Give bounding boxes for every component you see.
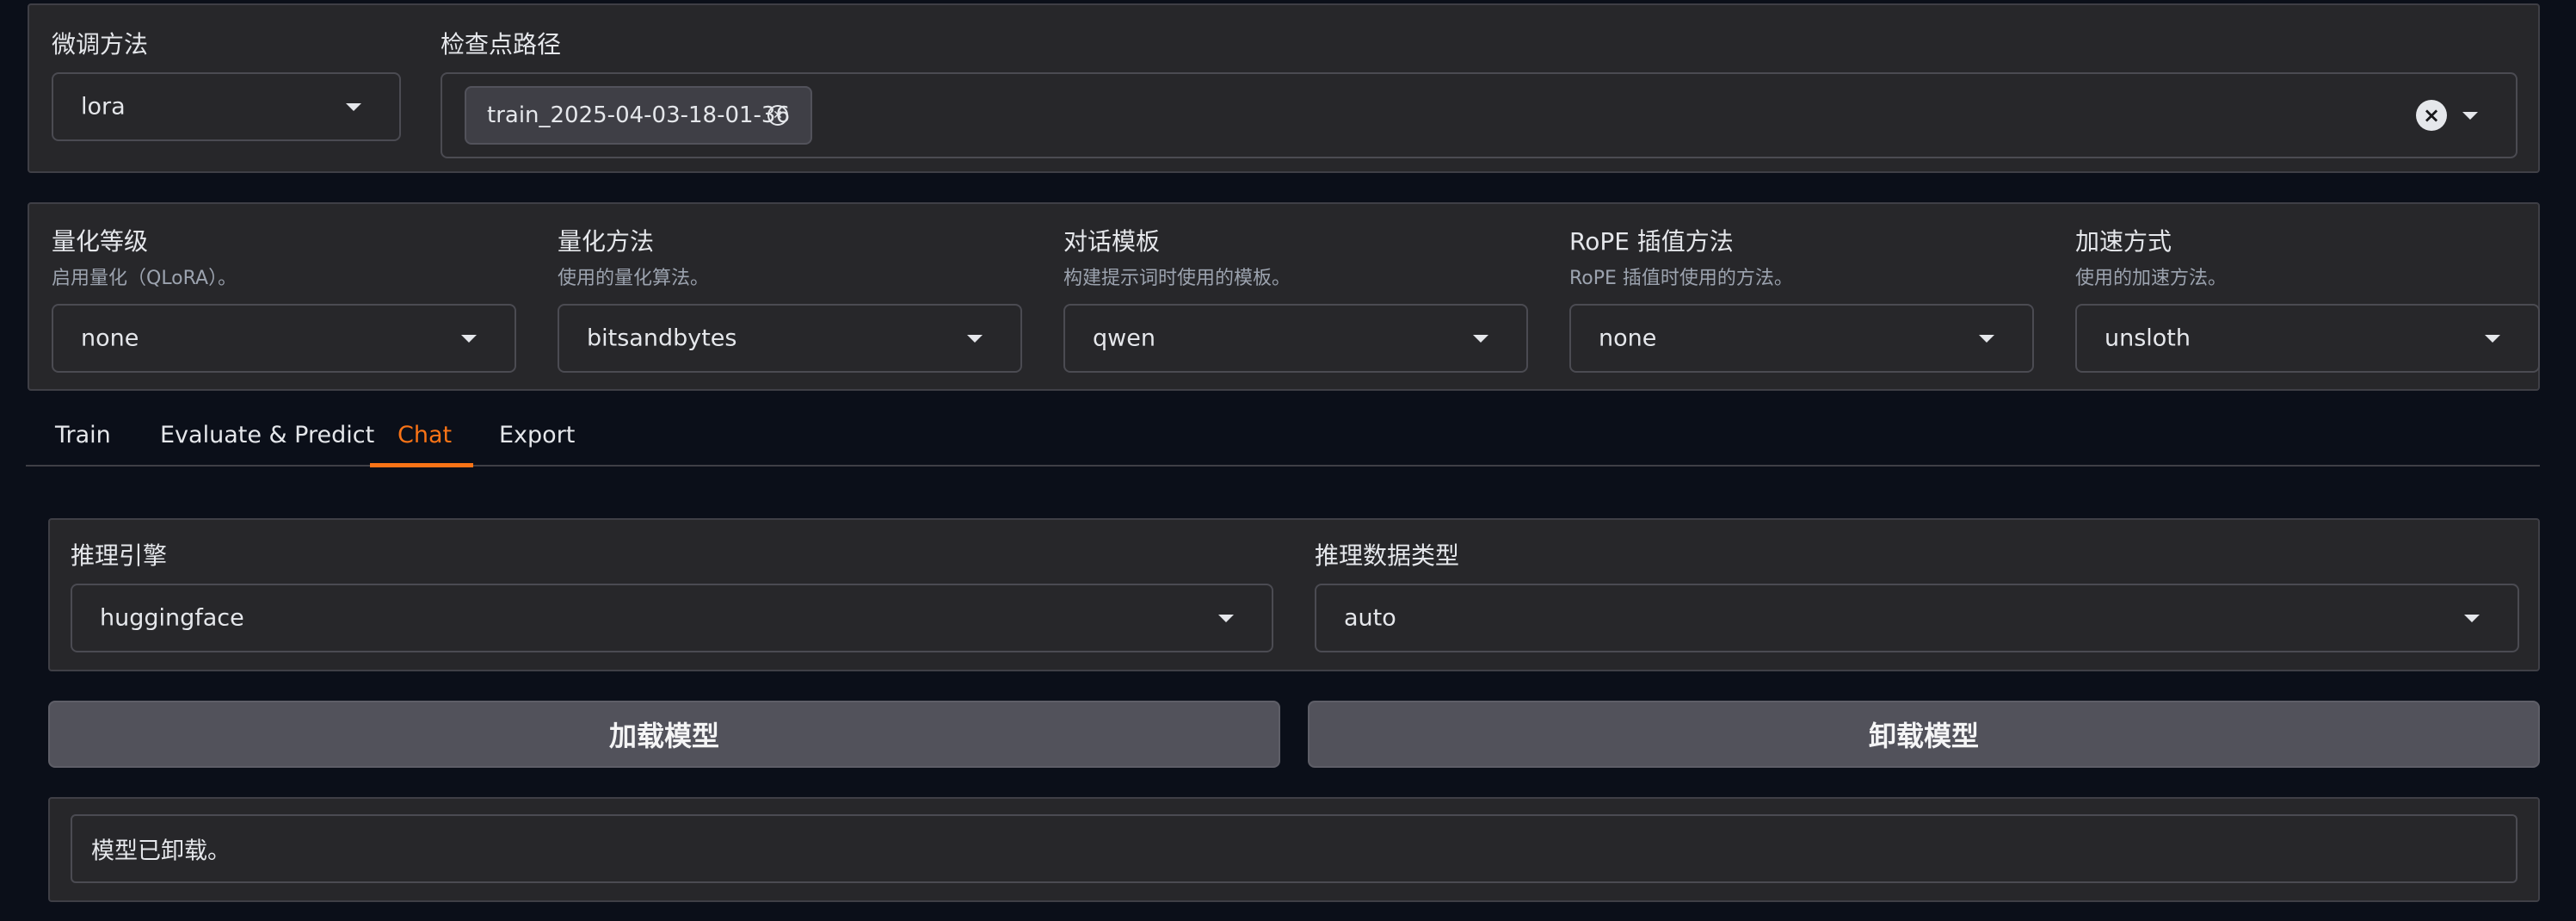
finetune-method-label: 微调方法 [52, 30, 149, 59]
chevron-down-icon[interactable] [2464, 615, 2480, 622]
chevron-down-icon[interactable] [2485, 335, 2500, 343]
finetune-method-value: lora [81, 93, 126, 121]
rope-scaling-hint: RoPE 插值时使用的方法。 [1569, 268, 1793, 289]
rope-scaling-label: RoPE 插值方法 [1569, 227, 1734, 256]
chevron-down-icon[interactable] [461, 335, 477, 343]
tab-train[interactable]: Train [55, 422, 111, 448]
infer-backend-label: 推理引擎 [71, 541, 168, 570]
advanced-settings-panel: 量化等级 启用量化（QLoRA）。 none 量化方法 使用的量化算法。 bit… [28, 202, 2540, 391]
rope-scaling-value: none [1599, 325, 1657, 352]
chevron-down-icon[interactable] [346, 103, 361, 111]
checkpoint-path-label: 检查点路径 [441, 30, 562, 59]
quantization-bit-label: 量化等级 [52, 227, 149, 256]
quantization-method-dropdown[interactable]: bitsandbytes [558, 304, 1022, 373]
unload-model-button[interactable]: 卸载模型 [1308, 701, 2540, 768]
template-dropdown[interactable]: qwen [1063, 304, 1528, 373]
quantization-method-value: bitsandbytes [587, 325, 737, 352]
quantization-bit-dropdown[interactable]: none [52, 304, 516, 373]
booster-value: unsloth [2105, 325, 2191, 352]
infer-backend-dropdown[interactable]: huggingface [71, 584, 1273, 652]
infer-dtype-label: 推理数据类型 [1315, 541, 1460, 570]
chevron-down-icon[interactable] [1979, 335, 1994, 343]
finetune-method-dropdown[interactable]: lora [52, 72, 401, 141]
tab-chat[interactable]: Chat [397, 422, 452, 448]
infer-dtype-value: auto [1344, 604, 1396, 632]
model-config-panel: 微调方法 lora 检查点路径 train_2025-04-03-18-01-3… [28, 3, 2540, 173]
checkpoint-chip-label: train_2025-04-03-18-01-36 [487, 102, 791, 128]
template-hint: 构建提示词时使用的模板。 [1063, 268, 1291, 289]
template-label: 对话模板 [1063, 227, 1161, 256]
quantization-bit-value: none [81, 325, 139, 352]
chevron-down-icon[interactable] [1473, 335, 1488, 343]
load-model-button[interactable]: 加载模型 [48, 701, 1280, 768]
checkpoint-chip: train_2025-04-03-18-01-36 ✕ [465, 86, 812, 145]
chevron-down-icon[interactable] [2462, 112, 2478, 120]
template-value: qwen [1093, 325, 1156, 352]
booster-label: 加速方式 [2075, 227, 2172, 256]
chevron-down-icon[interactable] [1218, 615, 1234, 622]
active-tab-indicator [370, 463, 473, 467]
infer-backend-value: huggingface [100, 604, 244, 632]
info-textbox[interactable]: 模型已卸载。 [71, 814, 2517, 883]
clear-all-icon[interactable]: × [2416, 100, 2447, 131]
quantization-bit-hint: 启用量化（QLoRA）。 [52, 268, 237, 289]
tab-evaluate-predict[interactable]: Evaluate & Predict [160, 422, 374, 448]
inference-settings-panel: 推理引擎 huggingface 推理数据类型 auto [48, 518, 2540, 671]
chip-remove-icon[interactable]: ✕ [767, 105, 788, 126]
infer-dtype-dropdown[interactable]: auto [1315, 584, 2519, 652]
quantization-method-label: 量化方法 [558, 227, 655, 256]
quantization-method-hint: 使用的量化算法。 [558, 268, 710, 289]
info-text: 模型已卸载。 [91, 838, 231, 865]
checkpoint-path-multiselect[interactable]: train_2025-04-03-18-01-36 ✕ × [441, 72, 2517, 158]
rope-scaling-dropdown[interactable]: none [1569, 304, 2034, 373]
booster-hint: 使用的加速方法。 [2075, 268, 2228, 289]
tab-export[interactable]: Export [499, 422, 575, 448]
booster-dropdown[interactable]: unsloth [2075, 304, 2540, 373]
chevron-down-icon[interactable] [967, 335, 983, 343]
